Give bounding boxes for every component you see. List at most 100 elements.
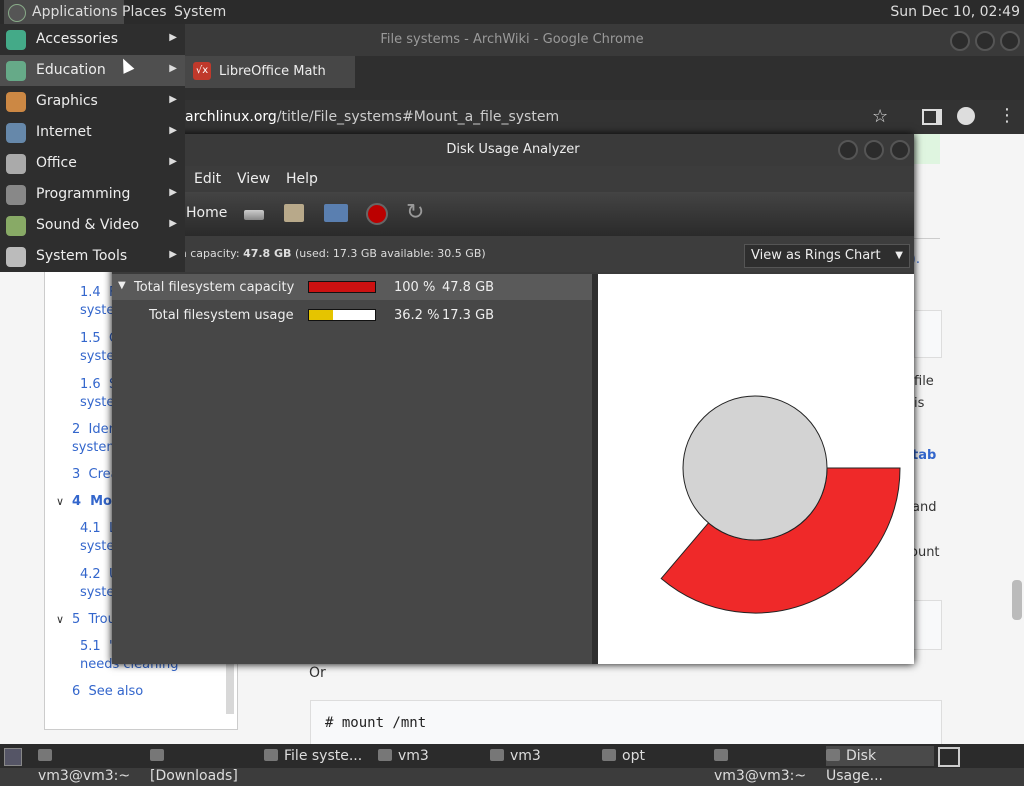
usage-bar <box>308 281 376 293</box>
menu-item-label: System Tools <box>36 248 128 264</box>
menu-item-programming[interactable]: Programming ▶ <box>0 179 185 210</box>
menu-item-label: Internet <box>36 124 92 140</box>
places-menu[interactable]: Places <box>116 0 173 24</box>
clock[interactable]: Sun Dec 10, 02:49 <box>890 0 1020 24</box>
stop-icon[interactable] <box>366 203 388 225</box>
code-text: # mount /mnt <box>325 715 427 731</box>
top-panel: Applications Places System Sun Dec 10, 0… <box>0 0 1024 24</box>
dua-close-button[interactable] <box>890 140 910 160</box>
text-or: Or <box>309 665 326 681</box>
terminal-icon <box>714 749 728 761</box>
folder-icon <box>602 749 616 761</box>
libreoffice-math-icon: √x <box>193 62 211 80</box>
disk-usage-analyzer-window: Disk Usage Analyzer Edit View Help Home … <box>112 134 914 664</box>
maximize-button[interactable] <box>975 31 995 51</box>
expand-arrow-icon[interactable]: ▼ <box>118 280 126 291</box>
url-text[interactable]: archlinux.org/title/File_systems#Mount_a… <box>185 109 559 125</box>
row-percent: 36.2 % <box>394 308 440 323</box>
workspace-switcher[interactable] <box>938 747 960 767</box>
text-fragment-ount: ount <box>910 545 940 560</box>
code-box-fragment <box>914 310 942 358</box>
submenu-arrow-icon: ▶ <box>169 187 177 198</box>
menu-item-internet[interactable]: Internet ▶ <box>0 117 185 148</box>
minimize-button[interactable] <box>950 31 970 51</box>
taskbar-button-label: vm3 <box>510 748 541 764</box>
taskbar-button-label: [Downloads] <box>150 768 238 784</box>
submenu-arrow-icon: ▶ <box>169 63 177 74</box>
toc-item[interactable]: 6 See also <box>72 683 143 701</box>
programming-icon <box>6 185 26 205</box>
taskbar-button-label: opt <box>622 748 645 764</box>
folder-open-icon[interactable] <box>284 204 304 222</box>
kebab-menu-icon[interactable]: ⋮ <box>998 105 1016 126</box>
taskbar-button[interactable]: opt <box>602 746 708 766</box>
tree-row[interactable]: Total filesystem usage 36.2 % 17.3 GB <box>112 302 592 328</box>
folder-icon <box>150 749 164 761</box>
side-panel-icon[interactable] <box>922 109 942 125</box>
menu-item-label: Programming <box>36 186 131 202</box>
row-size: 17.3 GB <box>442 308 495 323</box>
menu-item-label: Education <box>36 62 106 78</box>
tree-row[interactable]: ▼ Total filesystem capacity 100 % 47.8 G… <box>112 274 592 300</box>
usage-bar-fill <box>309 310 333 320</box>
menu-item-graphics[interactable]: Graphics ▶ <box>0 86 185 117</box>
home-button[interactable]: Home <box>186 205 227 221</box>
toc-item[interactable]: 5 Trou <box>72 611 116 629</box>
usage-bar-fill <box>309 282 375 292</box>
menu-view[interactable]: View <box>237 171 270 187</box>
taskbar-button[interactable]: vm3 <box>490 746 596 766</box>
taskbar-button-label: vm3@vm3:~ <box>38 768 131 784</box>
usage-bar <box>308 309 376 321</box>
refresh-icon[interactable]: ↻ <box>406 200 424 225</box>
menu-item-education[interactable]: Education ▶ <box>0 55 185 86</box>
system-menu[interactable]: System <box>168 0 232 24</box>
view-mode-select[interactable]: View as Rings Chart ▼ <box>744 244 910 268</box>
submenu-arrow-icon: ▶ <box>169 125 177 136</box>
menu-edit[interactable]: Edit <box>194 171 221 187</box>
taskbar-button[interactable]: vm3@vm3:~ <box>714 746 820 784</box>
collapse-chevron-icon[interactable]: ∨ <box>56 495 64 508</box>
menu-item-office[interactable]: Office ▶ <box>0 148 185 179</box>
page-scrollbar-thumb[interactable] <box>1012 580 1022 620</box>
taskbar-button[interactable]: Disk Usage... <box>826 746 934 784</box>
url-host: archlinux.org <box>185 109 277 125</box>
dua-titlebar: Disk Usage Analyzer <box>112 134 914 166</box>
submenu-arrow-icon: ▶ <box>169 218 177 229</box>
toc-item[interactable]: 4.1 L syste <box>80 520 116 556</box>
menu-item-accessories[interactable]: Accessories ▶ <box>0 24 185 55</box>
menu-item-system-tools[interactable]: System Tools ▶ <box>0 241 185 272</box>
dua-infobar: m capacity: 47.8 GB (used: 17.3 GB avail… <box>112 236 914 272</box>
menu-item-label: Sound & Video <box>36 217 140 233</box>
close-button[interactable] <box>1000 31 1020 51</box>
taskbar-button-label: vm3 <box>398 748 429 764</box>
profile-icon[interactable] <box>957 107 975 125</box>
taskbar-button[interactable]: vm3 <box>378 746 484 766</box>
toc-item[interactable]: 1.4 F syste <box>80 284 116 320</box>
submenu-arrow-icon: ▶ <box>169 32 177 43</box>
view-mode-value: View as Rings Chart <box>751 248 881 263</box>
taskbar-button[interactable]: [Downloads] <box>150 746 256 784</box>
sound-video-icon <box>6 216 26 236</box>
collapse-chevron-icon[interactable]: ∨ <box>56 613 64 626</box>
taskbar-button[interactable]: vm3@vm3:~ <box>38 746 144 784</box>
drive-icon[interactable] <box>244 210 264 220</box>
dua-minimize-button[interactable] <box>838 140 858 160</box>
submenu-item-libreoffice-math[interactable]: √x LibreOffice Math <box>185 56 355 88</box>
show-desktop-icon[interactable] <box>4 748 22 766</box>
taskbar-button[interactable]: File syste... <box>264 746 370 766</box>
rings-chart[interactable] <box>598 274 914 664</box>
dua-maximize-button[interactable] <box>864 140 884 160</box>
menu-item-label: Accessories <box>36 31 119 47</box>
bookmark-star-icon[interactable]: ☆ <box>872 106 888 127</box>
disk-usage-icon <box>826 749 840 761</box>
submenu-arrow-icon: ▶ <box>169 94 177 105</box>
network-icon[interactable] <box>324 204 348 222</box>
submenu-arrow-icon: ▶ <box>169 156 177 167</box>
menu-help[interactable]: Help <box>286 171 318 187</box>
link-fragment-tab[interactable]: tab <box>912 448 936 463</box>
distro-logo-icon <box>8 4 26 22</box>
chrome-icon <box>264 749 278 761</box>
menu-item-sound-video[interactable]: Sound & Video ▶ <box>0 210 185 241</box>
ring-center[interactable] <box>682 395 828 541</box>
dropdown-arrow-icon: ▼ <box>895 250 903 261</box>
